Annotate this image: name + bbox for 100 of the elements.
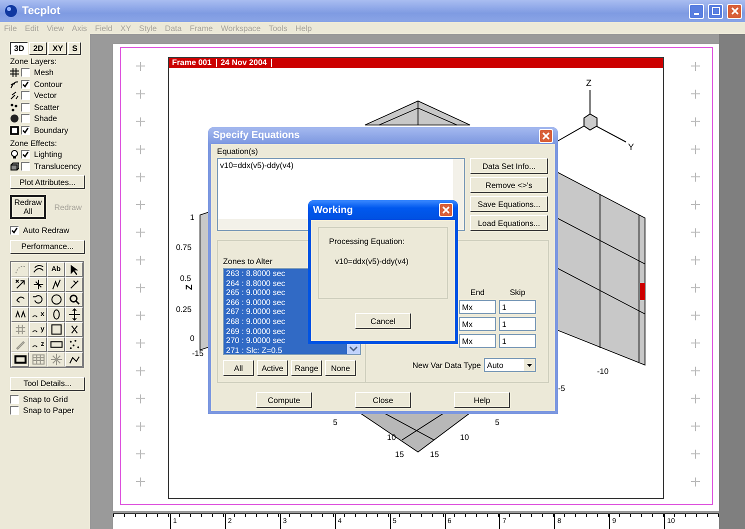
close-button[interactable] <box>439 203 453 217</box>
sphere-icon <box>10 114 19 124</box>
tool-button[interactable] <box>47 336 65 352</box>
tick-label: -5 <box>558 384 566 393</box>
end-field[interactable]: Mx <box>459 317 496 331</box>
tool-button[interactable] <box>65 276 83 292</box>
checkbox[interactable] <box>21 80 30 89</box>
end-field[interactable]: Mx <box>459 300 496 314</box>
dialog-button[interactable]: Load Equations... <box>470 215 548 231</box>
data-type-dropdown[interactable]: Auto <box>484 358 536 372</box>
scrollbar[interactable] <box>719 34 745 529</box>
checkbox[interactable] <box>21 150 30 160</box>
performance-button[interactable]: Performance... <box>10 240 85 254</box>
tick-label: 15 <box>395 450 404 459</box>
tool-button[interactable] <box>11 292 29 306</box>
option-label: Shade <box>34 114 58 124</box>
checkbox[interactable] <box>21 126 30 135</box>
checkbox[interactable] <box>21 102 30 112</box>
checkbox[interactable] <box>21 114 30 124</box>
tick-label: 0.25 <box>176 305 192 314</box>
axis-label: Y <box>628 142 634 152</box>
checkbox[interactable] <box>10 394 19 404</box>
contour-icon <box>10 80 19 89</box>
tick-label: 5 <box>495 418 500 427</box>
dialog-button[interactable]: Remove <>'s <box>470 177 548 193</box>
dialog-button[interactable]: Range <box>291 360 322 376</box>
redraw-all-button[interactable]: Redraw All <box>10 195 46 219</box>
view-tab[interactable]: 3D <box>10 42 28 55</box>
plot-attributes-button[interactable]: Plot Attributes... <box>10 175 85 189</box>
dialog-title: Working <box>313 204 353 216</box>
tool-button[interactable] <box>11 276 29 292</box>
frame-name: Frame 001 <box>171 59 217 67</box>
close-icon <box>442 206 450 214</box>
scroll-down-icon[interactable] <box>347 343 360 354</box>
option-label: Snap to Paper <box>23 406 74 416</box>
option-label: Snap to Grid <box>23 394 68 404</box>
crosshair-icon <box>32 278 44 290</box>
dialog-button[interactable]: Help <box>454 392 510 408</box>
view-tab[interactable]: 2D <box>29 42 48 55</box>
section-label: Zone Effects: <box>10 139 57 149</box>
dialog-button[interactable]: Active <box>257 360 288 376</box>
tool-button[interactable] <box>29 262 47 276</box>
frame-date: 24 Nov 2004 <box>220 59 272 67</box>
maximize-icon <box>712 7 720 15</box>
maximize-button[interactable] <box>708 4 723 18</box>
view-tab[interactable]: S <box>68 42 82 55</box>
tool-button[interactable] <box>11 306 29 322</box>
option-label: Contour <box>34 80 62 89</box>
tool-button[interactable] <box>29 292 47 306</box>
dialog-button[interactable]: Close <box>355 392 411 408</box>
field-label: New Var Data Type <box>412 360 481 370</box>
square-icon <box>50 322 62 336</box>
skip-field[interactable]: 1 <box>499 300 536 314</box>
section-label: Zone Layers: <box>10 57 57 67</box>
end-field[interactable]: Mx <box>459 334 496 348</box>
minimize-button[interactable] <box>689 4 704 18</box>
column-header: Skip <box>508 288 526 297</box>
caret-icon <box>524 359 535 371</box>
curves-icon <box>32 262 44 276</box>
tool-button[interactable] <box>65 322 83 336</box>
axis-title: Z <box>184 284 194 290</box>
tick-label: -15 <box>192 349 204 358</box>
tool-button[interactable] <box>29 276 47 292</box>
wand-icon <box>68 278 80 290</box>
close-button[interactable] <box>539 128 553 142</box>
dialog-button[interactable]: All <box>223 360 254 376</box>
option-label: Mesh <box>34 68 54 78</box>
tool-button[interactable] <box>65 292 83 306</box>
tool-button[interactable] <box>11 352 29 366</box>
dialog-button[interactable]: Data Set Info... <box>470 158 548 174</box>
checkbox[interactable] <box>21 68 30 78</box>
cancel-button[interactable]: Cancel <box>355 313 411 329</box>
skip-field[interactable]: 1 <box>499 317 536 331</box>
dialog-button[interactable]: Compute <box>256 392 312 408</box>
checkbox[interactable] <box>10 406 19 416</box>
close-button[interactable] <box>727 4 742 18</box>
bulb-icon <box>10 150 19 160</box>
move-icon <box>68 308 80 320</box>
tool-button[interactable] <box>47 276 65 292</box>
skip-field[interactable]: 1 <box>499 334 536 348</box>
tool-button[interactable] <box>65 262 83 276</box>
dialog-button[interactable]: Save Equations... <box>470 196 548 212</box>
tool-button[interactable] <box>47 292 65 306</box>
tool-details-button[interactable]: Tool Details... <box>10 376 85 390</box>
table-icon <box>32 352 44 366</box>
dots-icon <box>68 338 80 350</box>
checkbox[interactable] <box>10 226 19 236</box>
dialog-button[interactable]: None <box>325 360 356 376</box>
tool-button[interactable] <box>47 322 65 336</box>
checkbox[interactable] <box>21 162 30 171</box>
tool-button[interactable] <box>65 336 83 352</box>
tool-button[interactable] <box>65 306 83 322</box>
tool-button[interactable] <box>65 352 83 366</box>
arrows-icon <box>10 91 19 100</box>
close-icon <box>730 7 738 15</box>
tick-label: 10 <box>460 433 469 442</box>
equation-text: v10=ddx(v5)-ddy(v4) <box>334 257 410 266</box>
view-tab[interactable]: XY <box>48 42 68 55</box>
tool-button[interactable] <box>47 306 65 322</box>
checkbox[interactable] <box>21 91 30 100</box>
